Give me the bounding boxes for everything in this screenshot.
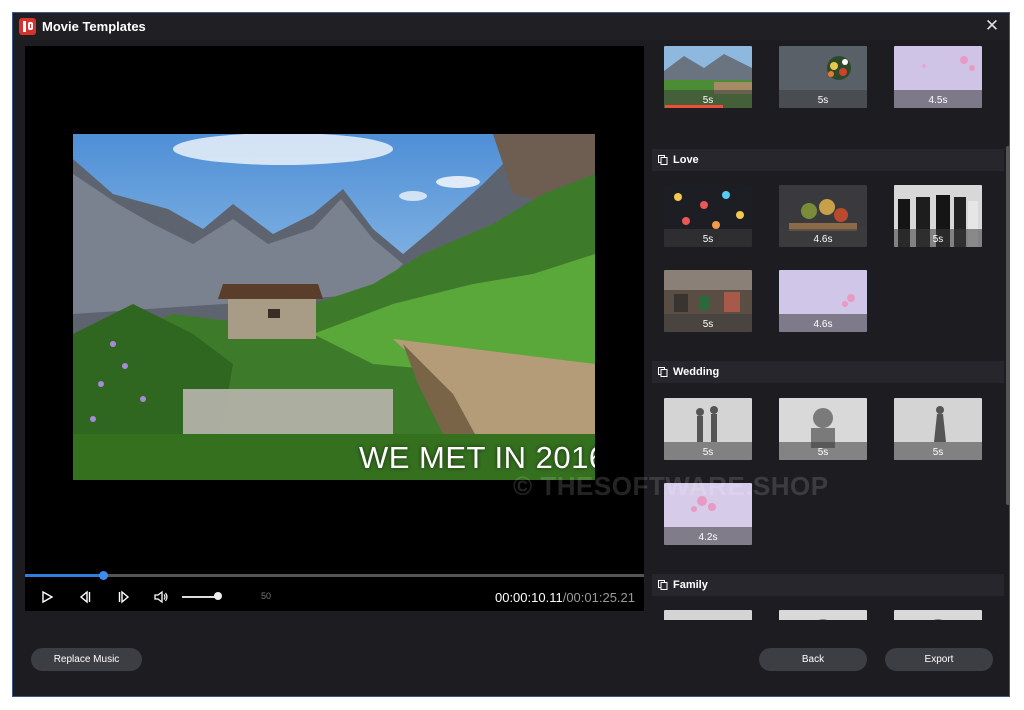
template-thumbnail[interactable] bbox=[779, 610, 867, 620]
template-duration: 4.5s bbox=[928, 95, 948, 106]
template-thumbnail[interactable] bbox=[664, 610, 752, 620]
family-template-thumbnail-icon bbox=[664, 610, 752, 620]
template-duration: 5s bbox=[817, 447, 829, 458]
category-label: Love bbox=[673, 154, 699, 166]
template-thumbnail[interactable]: 4.6s bbox=[779, 185, 867, 247]
category-icon bbox=[658, 367, 668, 377]
preview-image: WE MET IN 2016 bbox=[73, 134, 595, 480]
total-time: /00:01:25.21 bbox=[562, 590, 635, 605]
template-duration: 5s bbox=[702, 447, 714, 458]
title-bar: Movie Templates ✕ bbox=[13, 13, 1009, 40]
category-label: Family bbox=[673, 579, 708, 591]
template-list-scrollbar[interactable] bbox=[1005, 43, 1009, 619]
template-thumbnail[interactable]: 5s bbox=[664, 185, 752, 247]
template-thumbnail[interactable]: 5s bbox=[894, 398, 982, 460]
movie-templates-window: Movie Templates ✕ WE MET IN 2016 50 00:0… bbox=[12, 12, 1010, 697]
export-button[interactable]: Export bbox=[885, 648, 993, 671]
family-template-thumbnail-icon bbox=[894, 610, 982, 620]
category-header-family[interactable]: Family bbox=[652, 574, 1004, 596]
category-header-love[interactable]: Love bbox=[652, 149, 1004, 171]
template-duration: 4.6s bbox=[813, 319, 833, 330]
template-thumbnail[interactable]: 5s bbox=[779, 46, 867, 108]
template-list: 5s 5s 4.5s Love 5s 4.6s 5s 5s 4.6s Weddi… bbox=[649, 40, 1005, 620]
bottom-action-bar: Replace Music Back Export bbox=[13, 621, 1009, 696]
template-thumbnail[interactable]: 4.6s bbox=[779, 270, 867, 332]
video-preview: WE MET IN 2016 50 00:00:10.11/00:01:25.2… bbox=[25, 46, 644, 611]
category-icon bbox=[658, 155, 668, 165]
scrollbar-thumb[interactable] bbox=[1006, 146, 1009, 505]
playback-progress-track[interactable] bbox=[25, 574, 644, 577]
template-duration: 5s bbox=[702, 319, 714, 330]
template-duration: 5s bbox=[932, 234, 944, 245]
app-logo-icon bbox=[19, 18, 36, 35]
category-header-wedding[interactable]: Wedding bbox=[652, 361, 1004, 383]
category-label: Wedding bbox=[673, 366, 720, 378]
template-duration: 5s bbox=[817, 95, 829, 106]
category-icon bbox=[658, 580, 668, 590]
play-icon[interactable] bbox=[38, 588, 56, 606]
next-frame-icon[interactable] bbox=[115, 588, 133, 606]
volume-slider-handle[interactable] bbox=[214, 592, 222, 600]
template-duration: 5s bbox=[932, 447, 944, 458]
selected-indicator bbox=[665, 105, 723, 108]
playback-progress-handle[interactable] bbox=[99, 571, 108, 580]
current-time: 00:00:10.11 bbox=[494, 590, 563, 605]
template-thumbnail[interactable]: 5s bbox=[894, 185, 982, 247]
template-duration: 5s bbox=[702, 234, 714, 245]
back-button[interactable]: Back bbox=[759, 648, 867, 671]
volume-icon[interactable] bbox=[152, 588, 170, 606]
previous-frame-icon[interactable] bbox=[76, 588, 94, 606]
template-thumbnail[interactable]: 5s bbox=[664, 270, 752, 332]
time-readout: 00:00:10.11/00:01:25.21 bbox=[495, 590, 635, 605]
template-thumbnail[interactable]: 5s bbox=[664, 46, 752, 108]
window-title: Movie Templates bbox=[42, 19, 146, 34]
playback-progress-fill bbox=[25, 574, 103, 577]
volume-slider-track[interactable] bbox=[182, 596, 218, 598]
template-duration: 4.2s bbox=[698, 532, 718, 543]
template-thumbnail[interactable]: 4.5s bbox=[894, 46, 982, 108]
player-controls: 50 00:00:10.11/00:01:25.21 bbox=[25, 584, 644, 610]
template-thumbnail[interactable]: 5s bbox=[779, 398, 867, 460]
family-template-thumbnail-icon bbox=[779, 610, 867, 620]
watermark-text: © THESOFTWARE.SHOP bbox=[513, 471, 829, 501]
template-thumbnail[interactable] bbox=[894, 610, 982, 620]
template-duration: 4.6s bbox=[813, 234, 833, 245]
replace-music-button[interactable]: Replace Music bbox=[31, 648, 142, 671]
template-thumbnail[interactable]: 5s bbox=[664, 398, 752, 460]
volume-value: 50 bbox=[261, 591, 272, 601]
close-icon[interactable]: ✕ bbox=[981, 15, 1003, 37]
